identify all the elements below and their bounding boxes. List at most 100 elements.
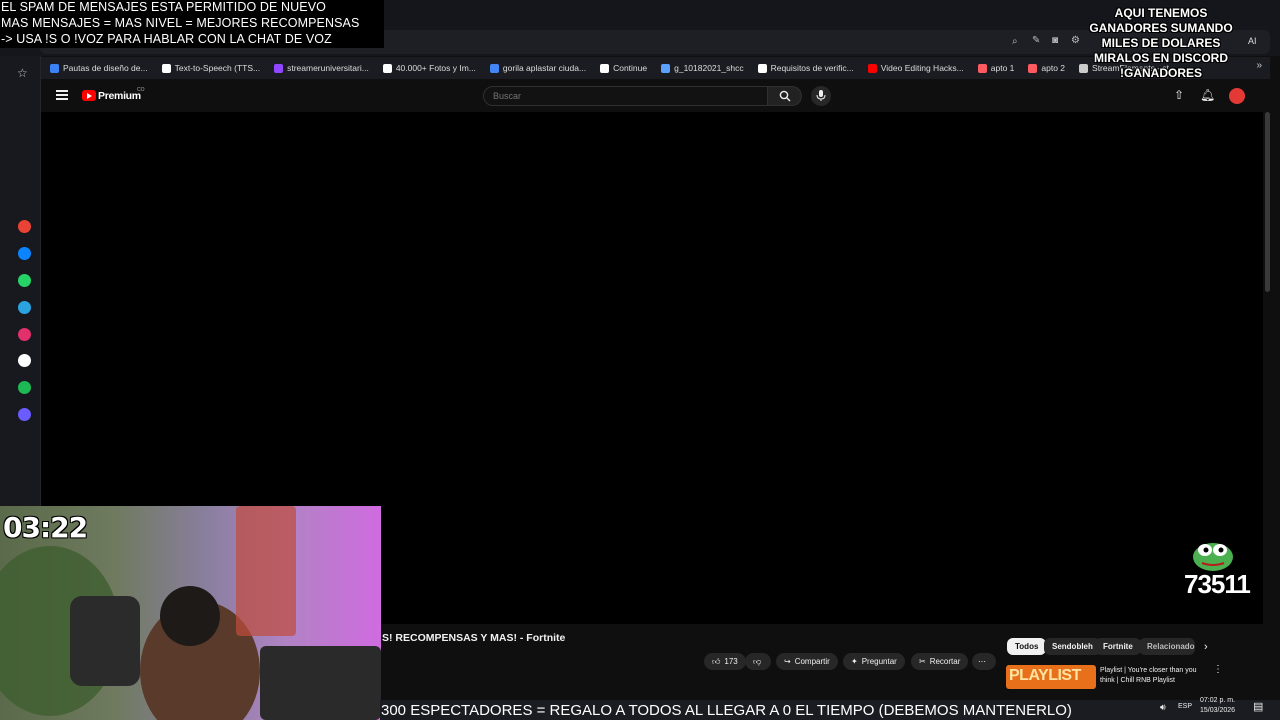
ask-label: Preguntar — [861, 657, 897, 666]
discord-line-4: MIRALOS EN DISCORD — [1093, 51, 1228, 65]
bookmark-item[interactable]: apto 2 — [1028, 63, 1065, 73]
mic-icon — [816, 90, 826, 101]
thumbs-up-icon: 👍︎ — [712, 656, 721, 666]
search-button[interactable] — [768, 86, 802, 106]
discord-line-3: MILES DE DOLARES — [1101, 36, 1221, 50]
menu-icon[interactable] — [56, 90, 68, 100]
ai-button[interactable]: AI — [1248, 36, 1257, 46]
like-count: 173 — [724, 657, 738, 666]
filter-chip[interactable]: Fortnite — [1095, 638, 1141, 655]
bookmark-label: apto 1 — [990, 63, 1015, 73]
bookmark-item[interactable]: Continue — [600, 63, 647, 73]
like-button[interactable]: 👍︎ 173 — [704, 653, 746, 670]
discord-line-1: AQUI TENEMOS — [1114, 6, 1208, 20]
bookmarks-more-icon[interactable]: » — [1256, 60, 1262, 71]
pepe-emote-icon — [1193, 543, 1233, 571]
messenger-icon[interactable] — [18, 247, 31, 260]
youtube-logo-text[interactable]: Premium — [98, 90, 141, 102]
scrollbar[interactable] — [1265, 112, 1270, 292]
voice-search-button[interactable] — [811, 86, 831, 106]
filter-chip[interactable]: Todos — [1007, 638, 1047, 655]
bookmark-favicon-icon — [489, 63, 499, 73]
share-button[interactable]: ↪ Compartir — [776, 653, 838, 670]
create-icon[interactable]: ⇧ — [1174, 88, 1184, 102]
playlist-menu-icon[interactable]: ⋮ — [1213, 664, 1223, 675]
overlay-line-1: EL SPAM DE MENSAJES ESTA PERMITIDO DE NU… — [1, 0, 326, 14]
bookmark-favicon-icon — [600, 63, 610, 73]
overlay-line-2: MAS MENSAJES = MAS NIVEL = MEJORES RECOM… — [1, 16, 360, 30]
camera-icon[interactable]: ◙ — [1052, 35, 1058, 46]
chips-next-icon[interactable]: › — [1204, 641, 1208, 653]
bookmark-item[interactable]: Requisitos de verific... — [757, 63, 854, 73]
instagram-icon[interactable] — [18, 328, 31, 341]
more-actions-button[interactable]: ⋯ — [972, 653, 996, 670]
playlist-thumbnail[interactable]: PLAYLIST — [1006, 665, 1096, 689]
search-input[interactable] — [483, 86, 768, 106]
discord-overlay: AQUI TENEMOS GANADORES SUMANDO MILES DE … — [1082, 6, 1240, 81]
share-label: Compartir — [794, 657, 830, 666]
ask-button[interactable]: ✦ Preguntar — [843, 653, 905, 670]
gmail-icon[interactable] — [18, 220, 31, 233]
whatsapp-icon[interactable] — [18, 274, 31, 287]
x-icon[interactable] — [18, 354, 31, 367]
bookmark-label: g_10182021_shcc — [674, 63, 744, 73]
bookmark-item[interactable]: Text-to-Speech (TTS... — [161, 63, 260, 73]
more-icon: ⋯ — [978, 657, 986, 666]
bookmark-favicon-icon — [50, 63, 59, 73]
bookmark-label: 40.000+ Fotos y Im... — [395, 63, 476, 73]
filter-chip[interactable]: Sendobleh — [1044, 638, 1101, 655]
top-alert-overlay: EL SPAM DE MENSAJES ESTA PERMITIDO DE NU… — [0, 0, 384, 48]
notification-center-icon[interactable]: ▤ — [1253, 700, 1263, 713]
bookmark-favicon-icon — [1028, 63, 1038, 73]
star-icon[interactable]: ☆ — [17, 66, 28, 80]
thumbs-down-icon: 👎︎ — [753, 656, 762, 666]
bookmark-label: Requisitos de verific... — [770, 63, 854, 73]
bookmark-item[interactable]: 40.000+ Fotos y Im... — [382, 63, 476, 73]
avatar[interactable] — [1229, 88, 1245, 104]
clock-date: 15/03/2026 — [1200, 707, 1236, 714]
bookmark-label: streameruniversitari... — [287, 63, 369, 73]
bookmark-item[interactable]: apto 1 — [977, 63, 1015, 73]
video-title: S! RECOMPENSAS Y MAS! - Fortnite — [382, 632, 566, 644]
bookmark-favicon-icon — [274, 63, 284, 73]
spotify-icon[interactable] — [18, 381, 31, 394]
dislike-button[interactable]: 👎︎ — [745, 653, 771, 670]
bookmark-favicon-icon — [757, 63, 767, 73]
bookmark-favicon-icon — [867, 63, 877, 73]
settings-icon[interactable]: ⚙ — [1071, 35, 1080, 46]
bookmark-favicon-icon — [382, 63, 392, 73]
bookmark-label: Video Editing Hacks... — [880, 63, 964, 73]
bookmark-item[interactable]: gorila aplastar ciuda... — [489, 63, 587, 73]
overlay-line-3: -> USA !S O !VOZ PARA HABLAR CON LA CHAT… — [1, 32, 332, 46]
zoom-icon[interactable]: ⌕ — [1012, 36, 1018, 47]
playlist-thumb-text: PLAYLIST — [1009, 667, 1081, 684]
bookmark-item[interactable]: Video Editing Hacks... — [867, 63, 964, 73]
clip-label: Recortar — [929, 657, 961, 666]
notifications-icon[interactable]: 🔔︎ — [1200, 88, 1215, 102]
discord-line-2: GANADORES SUMANDO — [1089, 21, 1233, 35]
bookmark-item[interactable]: Pautas de diseño de... — [50, 63, 148, 73]
bookmark-favicon-icon — [161, 63, 171, 73]
language-indicator[interactable]: ESP — [1178, 703, 1192, 710]
clock-time: 07:02 p. m. — [1200, 697, 1236, 704]
bookmark-label: Pautas de diseño de... — [63, 63, 148, 73]
filter-chip[interactable]: Relacionado — [1139, 638, 1195, 655]
speaker-icon[interactable]: 🔊︎ — [1160, 702, 1166, 713]
telegram-icon[interactable] — [18, 301, 31, 314]
bookmark-favicon-icon — [977, 63, 987, 73]
player-icon[interactable] — [18, 408, 31, 421]
country-code: CO — [137, 87, 145, 93]
bookmark-favicon-icon — [661, 63, 671, 73]
playlist-title[interactable]: Playlist | You're closer than you think … — [1100, 666, 1210, 686]
bookmark-label: apto 2 — [1041, 63, 1066, 73]
bookmark-item[interactable]: g_10182021_shcc — [661, 63, 744, 73]
bookmark-label: gorila aplastar ciuda... — [502, 63, 587, 73]
bookmark-label: Continue — [613, 63, 648, 73]
bookmark-item[interactable]: streameruniversitari... — [274, 63, 369, 73]
discord-line-5: !GANADORES — [1119, 66, 1202, 80]
taskbar-clock[interactable]: 07:02 p. m. 15/03/2026 — [1200, 696, 1235, 716]
edit-icon[interactable]: ✎ — [1032, 35, 1040, 46]
search-icon — [779, 90, 791, 102]
youtube-logo-icon[interactable] — [82, 90, 96, 101]
clip-button[interactable]: ✂ Recortar — [911, 653, 969, 670]
